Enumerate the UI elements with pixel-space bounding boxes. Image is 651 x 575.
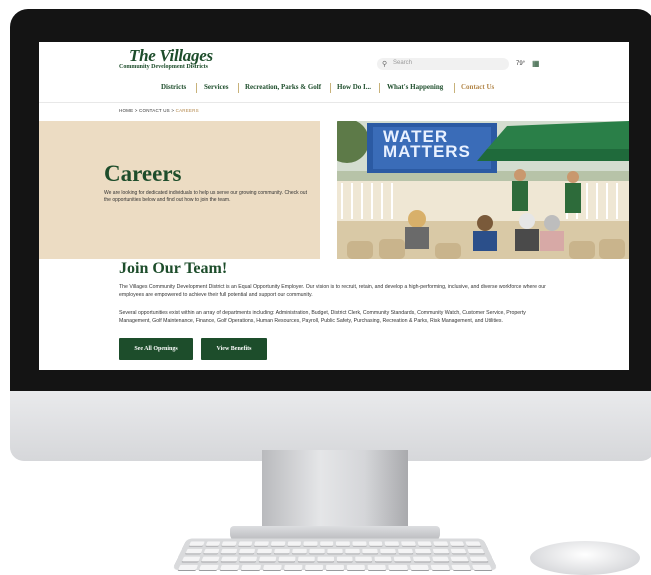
hero-description: We are looking for dedicated individuals… <box>104 190 307 203</box>
weather-temp: 79° <box>516 61 526 67</box>
nav-divider <box>454 83 455 93</box>
breadcrumb-contact[interactable]: CONTACT US <box>139 108 170 113</box>
section-title: Join Our Team! <box>119 260 228 277</box>
nav-recreation[interactable]: Recreation, Parks & Golf <box>245 83 321 91</box>
logo-subtitle: Community Development Districts <box>119 64 208 70</box>
site-header: The Villages Community Development Distr… <box>39 42 629 103</box>
intro-paragraph: The Villages Community Development Distr… <box>119 284 546 298</box>
monitor-stand <box>262 450 408 532</box>
breadcrumb-current: CAREERS <box>175 108 199 113</box>
nav-whats-happening[interactable]: What's Happening <box>387 83 443 91</box>
hero-photo: WATER MATTERS <box>337 121 629 259</box>
departments-paragraph: Several opportunities exist within an ar… <box>119 310 526 324</box>
breadcrumb: HOME > CONTACT US > CAREERS <box>119 108 199 113</box>
main-nav: Districts Services Recreation, Parks & G… <box>39 81 629 97</box>
nav-districts[interactable]: Districts <box>161 83 186 91</box>
nav-divider <box>330 83 331 93</box>
logo[interactable]: The Villages <box>129 46 213 66</box>
calendar-icon[interactable]: ▦ <box>532 59 540 68</box>
hero-panel: Careers We are looking for dedicated ind… <box>39 121 320 259</box>
breadcrumb-separator: > <box>134 108 138 113</box>
imac-monitor: The Villages Community Development Distr… <box>10 9 651 461</box>
banner-text: WATER MATTERS <box>383 127 471 161</box>
page-title: Careers <box>104 161 182 186</box>
search-input[interactable]: ⚲ Search <box>377 58 509 70</box>
mouse <box>530 541 640 575</box>
search-icon: ⚲ <box>382 61 388 68</box>
nav-contact-us[interactable]: Contact Us <box>461 83 494 91</box>
keyboard <box>172 538 498 570</box>
view-benefits-button[interactable]: View Benefits <box>201 338 267 360</box>
nav-divider <box>196 83 197 93</box>
breadcrumb-home[interactable]: HOME <box>119 108 133 113</box>
breadcrumb-separator: > <box>171 108 175 113</box>
nav-divider <box>379 83 380 93</box>
nav-divider <box>238 83 239 93</box>
search-placeholder: Search <box>393 60 413 66</box>
see-all-openings-button[interactable]: See All Openings <box>119 338 193 360</box>
nav-services[interactable]: Services <box>204 83 229 91</box>
nav-how-do-i[interactable]: How Do I... <box>337 83 371 91</box>
browser-screen: The Villages Community Development Distr… <box>39 42 629 370</box>
